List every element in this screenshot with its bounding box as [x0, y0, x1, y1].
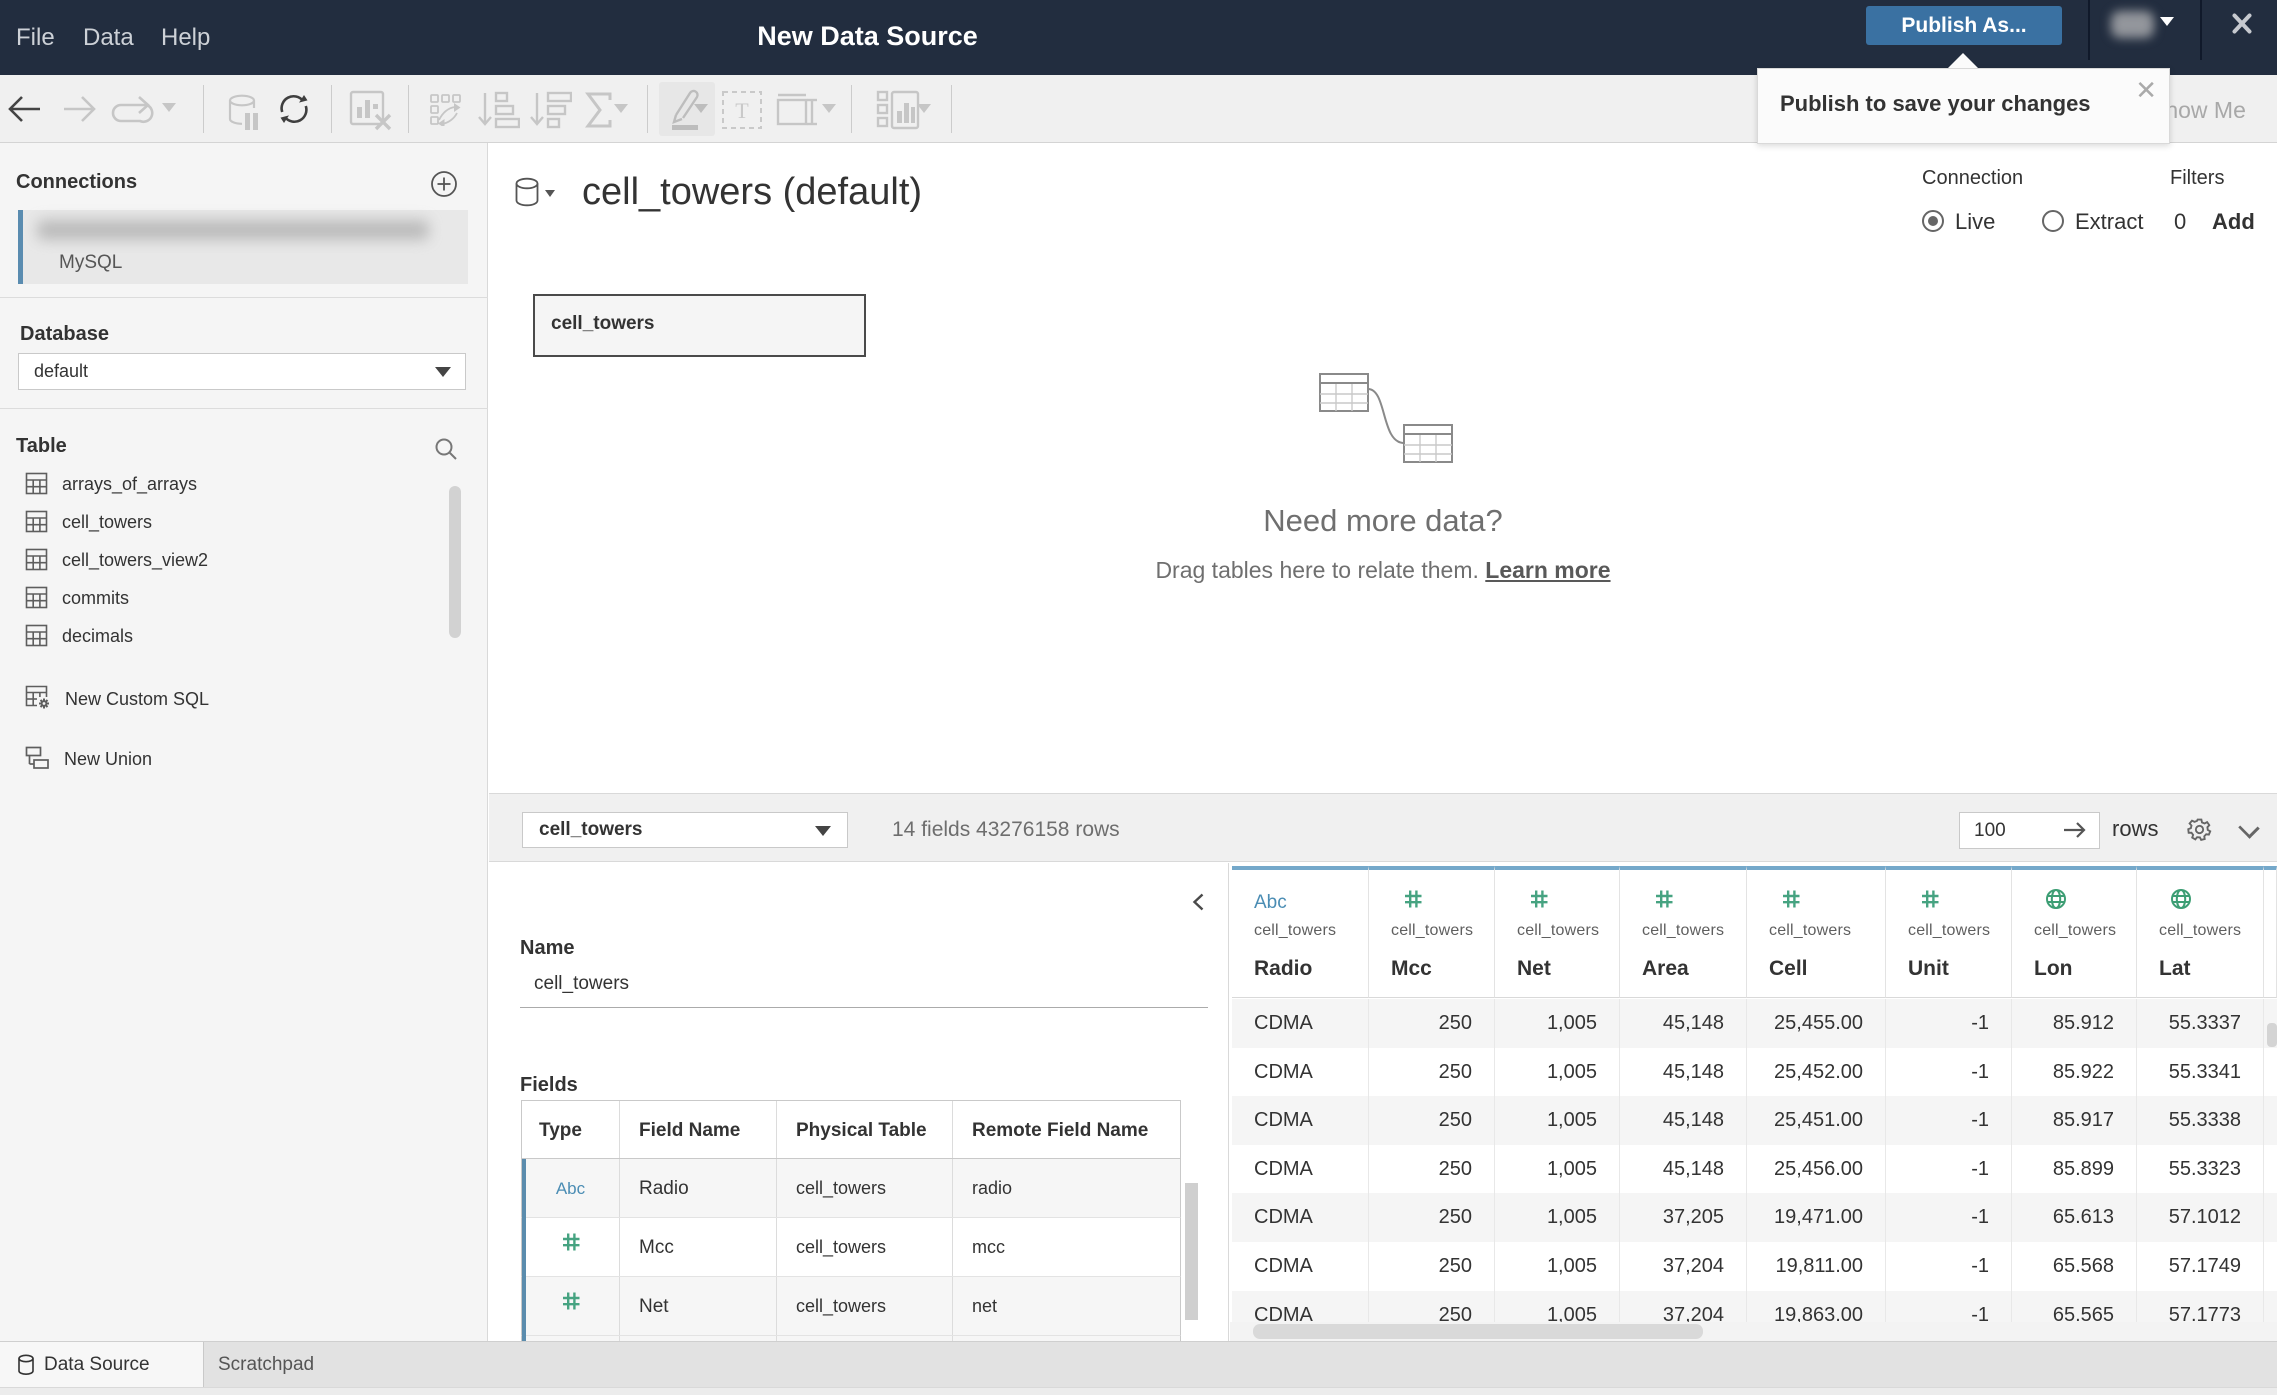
- svg-text:T: T: [735, 98, 749, 123]
